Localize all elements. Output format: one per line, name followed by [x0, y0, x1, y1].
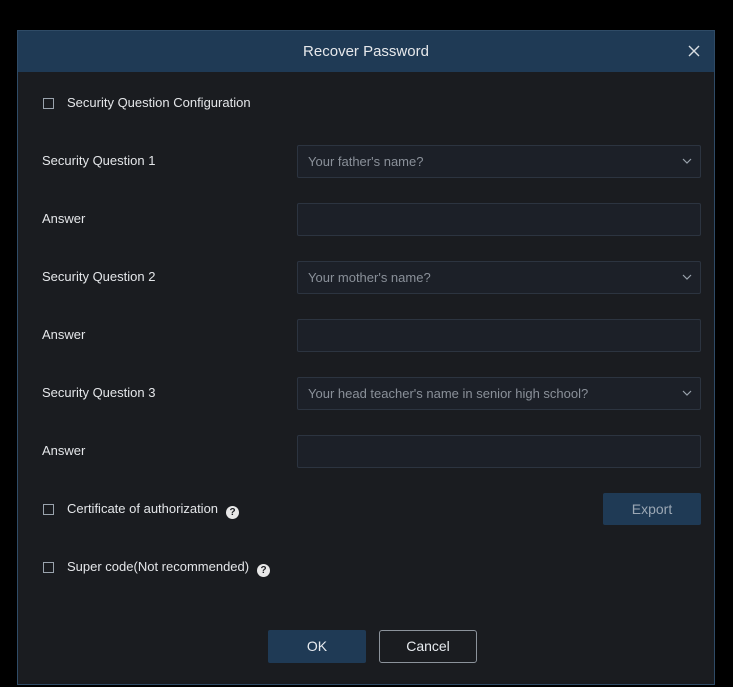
help-circle-icon[interactable]: ?: [257, 564, 271, 577]
answer-1-field[interactable]: [298, 204, 700, 235]
answer-3-label: Answer: [42, 443, 86, 458]
dialog-titlebar: Recover Password: [18, 31, 714, 72]
help-circle-icon[interactable]: ?: [226, 506, 240, 519]
super-code-row: Super code(Not recommended)?: [67, 559, 271, 577]
security-question-3-label: Security Question 3: [42, 385, 156, 400]
security-question-2-label: Security Question 2: [42, 269, 156, 284]
certificate-row: Certificate of authorization?: [67, 501, 240, 519]
answer-2-label: Answer: [42, 327, 86, 342]
security-question-config-checkbox[interactable]: [43, 98, 54, 109]
certificate-label: Certificate of authorization: [67, 501, 219, 516]
security-question-2-value: Your mother's name?: [308, 270, 431, 285]
security-question-1-value: Your father's name?: [308, 154, 424, 169]
close-icon[interactable]: [680, 37, 708, 65]
answer-3-input[interactable]: [297, 435, 701, 468]
super-code-checkbox[interactable]: [43, 562, 54, 573]
security-question-2-select[interactable]: Your mother's name?: [297, 261, 701, 294]
security-question-config-label: Security Question Configuration: [67, 95, 251, 110]
security-question-1-select[interactable]: Your father's name?: [297, 145, 701, 178]
dialog-title: Recover Password: [303, 43, 429, 60]
super-code-label: Super code(Not recommended): [67, 559, 250, 574]
answer-3-field[interactable]: [298, 436, 700, 467]
certificate-checkbox[interactable]: [43, 504, 54, 515]
export-button[interactable]: Export: [603, 493, 701, 525]
answer-2-input[interactable]: [297, 319, 701, 352]
chevron-down-icon: [682, 274, 692, 280]
answer-1-input[interactable]: [297, 203, 701, 236]
answer-1-label: Answer: [42, 211, 86, 226]
chevron-down-icon: [682, 158, 692, 164]
security-question-3-value: Your head teacher's name in senior high …: [308, 386, 589, 401]
security-question-3-select[interactable]: Your head teacher's name in senior high …: [297, 377, 701, 410]
recover-password-dialog: Recover Password Security Question Confi…: [17, 30, 715, 685]
answer-2-field[interactable]: [298, 320, 700, 351]
ok-button[interactable]: OK: [268, 630, 366, 663]
cancel-button[interactable]: Cancel: [379, 630, 477, 663]
chevron-down-icon: [682, 390, 692, 396]
security-question-1-label: Security Question 1: [42, 153, 156, 168]
